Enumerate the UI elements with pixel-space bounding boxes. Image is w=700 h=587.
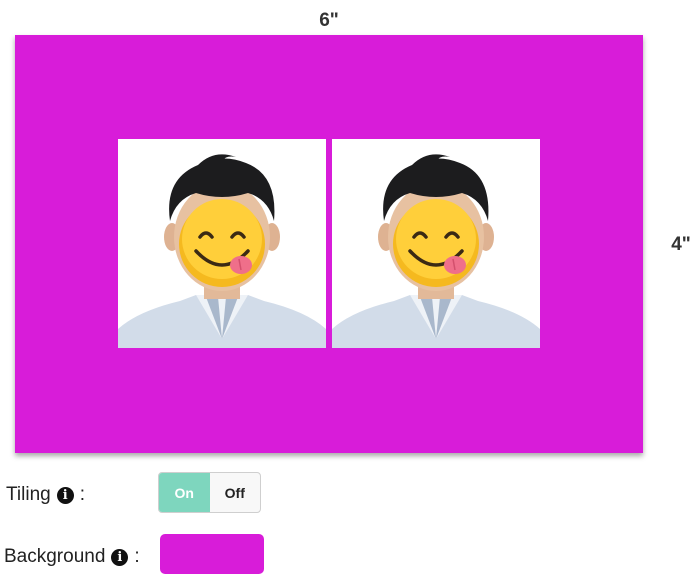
- tiling-label: Tiling: [6, 484, 51, 505]
- background-colon: :: [134, 546, 140, 567]
- background-label: Background: [4, 546, 106, 567]
- tiling-toggle[interactable]: On Off: [158, 472, 261, 513]
- tiling-row-label: Tiling i:: [6, 484, 85, 506]
- height-dimension-label: 4": [671, 234, 691, 255]
- photo-tile: [118, 139, 326, 348]
- tiling-on-button[interactable]: On: [159, 473, 210, 512]
- photo-tile: [332, 139, 540, 348]
- portrait-image: [118, 139, 326, 348]
- width-dimension-label: 6": [319, 10, 339, 31]
- info-icon[interactable]: i: [111, 549, 129, 566]
- background-color-swatch[interactable]: [160, 534, 264, 574]
- portrait-image: [332, 139, 540, 348]
- tiling-colon: :: [79, 484, 85, 505]
- background-row-label: Background i:: [4, 546, 140, 568]
- tiling-off-button[interactable]: Off: [210, 473, 261, 512]
- print-preview-canvas: [15, 35, 643, 453]
- info-icon[interactable]: i: [56, 487, 74, 504]
